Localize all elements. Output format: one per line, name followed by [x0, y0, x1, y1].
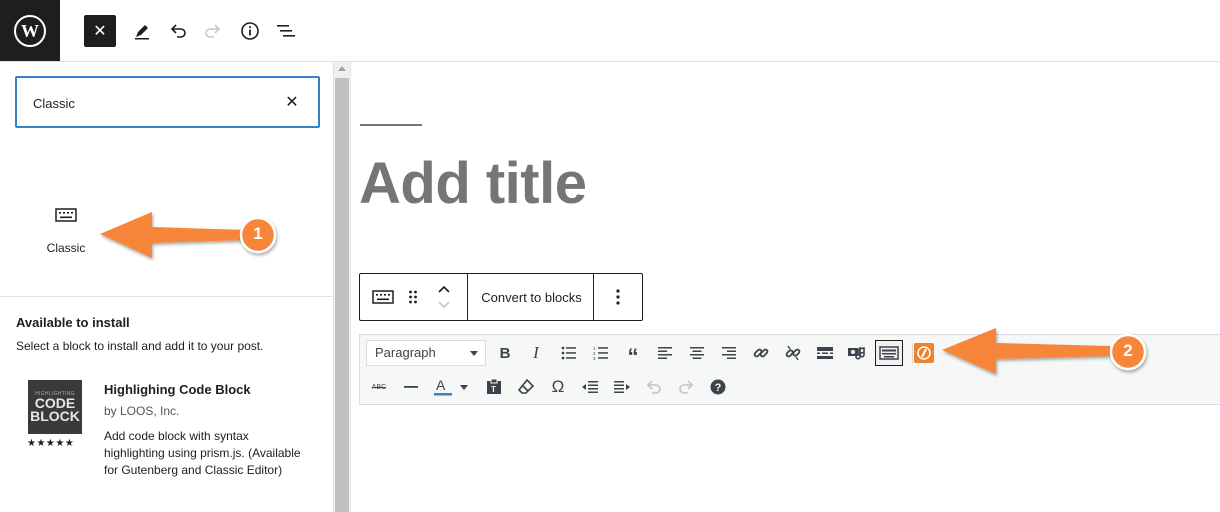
toolbar-separator [593, 274, 594, 320]
annotation-label-2: 2 [1123, 341, 1133, 360]
plugin-author: by LOOS, Inc. [104, 404, 180, 418]
plugin-rating-stars: ★★★★★ [27, 438, 75, 449]
block-search-box: ✕ [15, 76, 320, 128]
strikethrough-icon[interactable]: ABC [366, 374, 392, 400]
unlink-icon[interactable] [780, 340, 806, 366]
block-inserter-panel: ✕ Classic Available to install Select a … [0, 62, 334, 512]
available-to-install-description: Select a block to install and add it to … [16, 339, 264, 353]
blockquote-icon[interactable]: “ [620, 340, 646, 369]
top-toolbar: W ✕ [0, 0, 1220, 62]
sidebar-scrollbar[interactable] [334, 62, 350, 512]
clear-formatting-icon[interactable] [513, 374, 539, 400]
format-select[interactable]: Paragraph [366, 340, 486, 366]
read-more-icon[interactable] [812, 340, 838, 366]
more-options-icon[interactable] [600, 274, 636, 320]
plugin-description: Add code block with syntax highlighting … [104, 429, 301, 477]
wordpress-logo-icon[interactable]: W [0, 0, 60, 61]
toolbar-separator [467, 274, 468, 320]
redo-icon[interactable] [673, 374, 699, 400]
media-icon[interactable] [844, 340, 870, 366]
redo-icon[interactable] [197, 15, 229, 47]
scrollbar-thumb[interactable] [335, 78, 349, 512]
keyboard-icon[interactable] [366, 274, 400, 320]
align-right-icon[interactable] [716, 340, 742, 366]
align-center-icon[interactable] [684, 340, 710, 366]
list-view-icon[interactable] [270, 15, 302, 47]
block-search-input[interactable] [33, 92, 273, 114]
clear-search-icon[interactable]: ✕ [280, 90, 304, 114]
block-toolbar: Convert to blocks [359, 273, 643, 321]
svg-text:T: T [491, 385, 496, 394]
bulleted-list-icon[interactable] [556, 340, 582, 366]
post-title-placeholder[interactable]: Add title [359, 150, 587, 217]
svg-text:A: A [436, 377, 446, 393]
align-left-icon[interactable] [652, 340, 678, 366]
format-select-value: Paragraph [375, 345, 436, 360]
pencil-icon[interactable] [126, 15, 158, 47]
plugin-name[interactable]: Highlighing Code Block [104, 382, 251, 397]
canvas-edge [350, 62, 351, 512]
numbered-list-icon[interactable]: 123 [588, 340, 614, 366]
outdent-icon[interactable] [577, 374, 603, 400]
move-up-down-icon[interactable] [430, 274, 458, 320]
convert-to-blocks-button[interactable]: Convert to blocks [469, 274, 594, 320]
keyboard-icon [55, 208, 77, 227]
plugin-thumbnail[interactable]: HIGHLIGHTING CODE BLOCK [28, 380, 82, 434]
paste-text-icon[interactable]: T [481, 374, 507, 400]
title-separator [360, 124, 422, 126]
svg-text:?: ? [715, 382, 722, 394]
italic-icon[interactable]: I [523, 340, 549, 366]
available-to-install-heading: Available to install [16, 315, 130, 330]
drag-handle-icon[interactable] [402, 274, 424, 320]
close-icon[interactable]: ✕ [84, 15, 116, 47]
toolbar-toggle-icon[interactable] [875, 340, 903, 366]
svg-text:W: W [21, 21, 39, 41]
undo-icon[interactable] [162, 15, 194, 47]
scroll-up-arrow-icon[interactable] [338, 66, 346, 71]
annotation-label-1: 1 [253, 224, 263, 243]
classic-block-label: Classic [46, 241, 86, 255]
link-icon[interactable] [748, 340, 774, 366]
info-icon[interactable] [234, 15, 266, 47]
text-color-icon[interactable]: A [430, 374, 474, 400]
indent-icon[interactable] [609, 374, 635, 400]
svg-text:3: 3 [593, 356, 596, 360]
plugin-icon[interactable] [911, 340, 937, 366]
horizontal-line-icon[interactable] [398, 374, 424, 400]
help-icon[interactable]: ? [705, 374, 731, 400]
classic-block-item[interactable]: Classic [26, 202, 106, 264]
plugin-thumb-line3: BLOCK [30, 408, 80, 424]
special-character-icon[interactable]: Ω [545, 374, 571, 400]
chevron-down-icon [470, 351, 478, 356]
section-divider [0, 296, 333, 297]
bold-icon[interactable]: B [492, 340, 518, 366]
undo-icon[interactable] [641, 374, 667, 400]
